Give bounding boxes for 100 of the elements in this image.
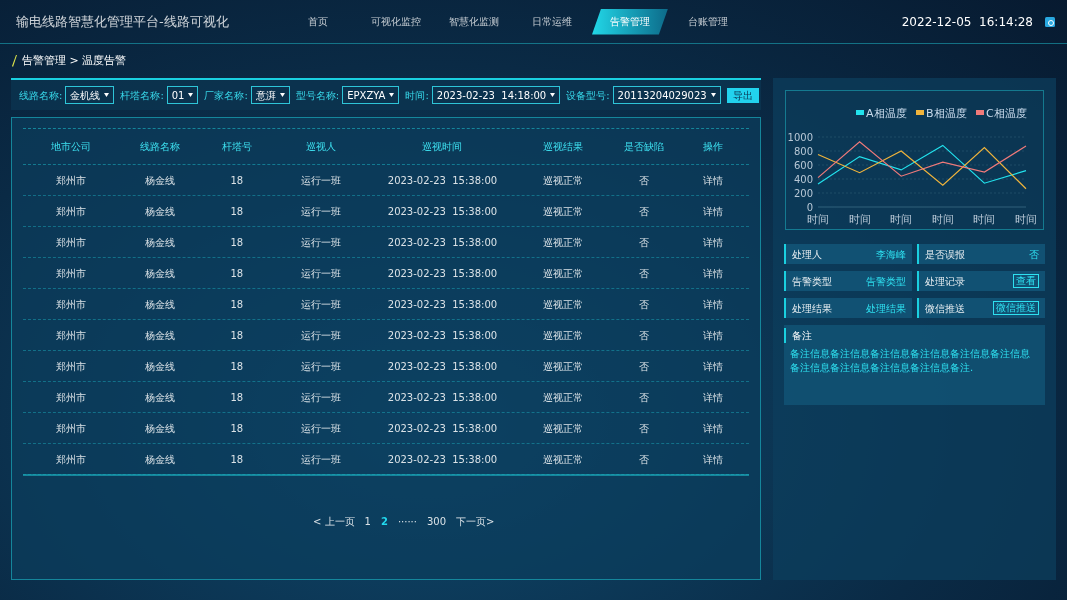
platform-title: 输电线路智慧化管理平台-线路可视化 [15, 12, 230, 31]
table-cell-text: 郑州市 [55, 173, 88, 188]
filter-dropdown[interactable]: EPXZYA [342, 86, 400, 104]
table-cell[interactable]: 详情 [676, 172, 749, 188]
table-cell-text: 杨金线 [144, 452, 177, 467]
detail-label: 告警类型 [792, 274, 832, 289]
nav-tab[interactable]: 首页 [280, 8, 356, 35]
filter-dropdown[interactable]: 意湃 [250, 86, 290, 104]
page-link[interactable]: 300 [427, 514, 447, 529]
table-cell-text: 2023-02-23 15:38:00 [386, 328, 499, 343]
table-cell-text: 运行一班 [300, 328, 343, 343]
detail-label: 微信推送 [925, 301, 965, 316]
table-cell-text: 否 [638, 204, 651, 219]
table-cell-text: 否 [638, 297, 651, 312]
table-cell-text: 郑州市 [55, 235, 88, 250]
page-link[interactable]: 下一页> [456, 514, 495, 529]
table-cell-text: 杨金线 [144, 235, 177, 250]
table-cell-text: 2023-02-23 15:38:00 [386, 390, 499, 405]
table-cell[interactable]: 详情 [676, 265, 749, 281]
filter-dropdown[interactable]: 金机线 [65, 86, 115, 104]
table-cell-text: 巡视正常 [542, 359, 585, 374]
column-header: 线路名称 [139, 140, 182, 154]
table-cell-text: 巡视正常 [542, 297, 585, 312]
table-cell[interactable]: 详情 [676, 420, 749, 436]
legend-label: A相温度 [866, 107, 907, 120]
table-cell-text: 郑州市 [55, 452, 88, 467]
column-header: 杆塔号 [220, 140, 253, 154]
filter-label: 厂家名称: [204, 88, 248, 103]
table-cell-text: 运行一班 [300, 390, 343, 405]
table-cell-text: 杨金线 [144, 266, 177, 281]
table-cell-text: 否 [638, 173, 651, 188]
table-cell-text: 否 [638, 266, 651, 281]
page-link[interactable]: 2 [380, 514, 388, 529]
table-cell-text: 杨金线 [144, 390, 177, 405]
filter-dropdown[interactable]: 2023-02-23 14:18:00 [431, 86, 561, 104]
column-header: 是否缺陷 [623, 140, 666, 154]
table-cell[interactable]: 详情 [676, 296, 749, 312]
page-link[interactable]: 1 [364, 514, 371, 529]
table-cell-text: 巡视正常 [542, 266, 585, 281]
caret-icon [550, 93, 556, 97]
table-cell[interactable]: 详情 [676, 389, 749, 405]
table-cell-text: 郑州市 [55, 328, 88, 343]
table-cell-text: 2023-02-23 15:38:00 [386, 173, 499, 188]
nav-tab[interactable]: 可视化监控 [358, 8, 434, 35]
table-cell-text: 否 [638, 421, 651, 436]
table-cell[interactable]: 详情 [676, 203, 749, 219]
axis-label: 400 [793, 173, 813, 185]
filter-dropdown[interactable]: 20113204029023 [612, 86, 721, 104]
legend-item: C相温度 [976, 107, 1027, 120]
table-cell-text: 否 [638, 390, 651, 405]
column-header: 操作 [701, 140, 724, 154]
table-cell[interactable]: 详情 [676, 451, 749, 467]
table-cell-text: 18 [229, 204, 245, 219]
table-cell-text: 18 [229, 452, 245, 467]
table-cell-text: 巡视正常 [542, 421, 585, 436]
caret-icon [188, 93, 194, 97]
detail-button[interactable]: 微信推送 [993, 301, 1039, 315]
table-cell-text: 运行一班 [300, 266, 343, 281]
table-cell-text: 运行一班 [300, 235, 343, 250]
axis-label: 800 [793, 145, 813, 157]
column-header: 地市公司 [50, 140, 93, 154]
export-button[interactable]: 导出 [726, 87, 759, 103]
table-cell-text: 郑州市 [55, 297, 88, 312]
nav-tab[interactable]: 智慧化监测 [436, 8, 512, 35]
table-cell-text: 巡视正常 [542, 173, 585, 188]
table-cell-text: 杨金线 [144, 204, 177, 219]
page-link[interactable]: ······ [397, 514, 417, 529]
nav-tab[interactable]: 日常运维 [514, 8, 590, 35]
table-cell-text: 巡视正常 [542, 204, 585, 219]
table-cell-text: 郑州市 [55, 390, 88, 405]
table-cell-text: 否 [638, 235, 651, 250]
table-cell-text: 2023-02-23 15:38:00 [386, 297, 499, 312]
table-cell-text: 杨金线 [144, 359, 177, 374]
table-cell-text: 18 [229, 328, 245, 343]
table-cell-text: 2023-02-23 15:38:00 [386, 421, 499, 436]
table-cell[interactable]: 详情 [676, 358, 749, 374]
legend-item: A相温度 [856, 107, 907, 120]
table-cell-text: 杨金线 [144, 421, 177, 436]
detail-value: 告警类型 [866, 274, 906, 289]
axis-label: 时间 [848, 213, 871, 226]
axis-label: 200 [793, 187, 813, 199]
filter-label: 设备型号: [566, 88, 610, 103]
table-cell-text: 郑州市 [55, 421, 88, 436]
filter-label: 时间: [405, 88, 429, 103]
axis-label: 时间 [973, 213, 996, 226]
caret-icon [389, 93, 395, 97]
table-cell[interactable]: 详情 [676, 327, 749, 343]
page-link[interactable]: < 上一页 [313, 514, 355, 529]
legend-label: C相温度 [986, 107, 1027, 120]
table-cell-text: 巡视正常 [542, 328, 585, 343]
filter-dropdown[interactable]: 01 [166, 86, 199, 104]
nav-tab[interactable]: 台账管理 [670, 8, 746, 35]
detail-button[interactable]: 查看 [1013, 274, 1039, 288]
table-cell[interactable]: 详情 [676, 234, 749, 250]
table-cell-text: 18 [229, 390, 245, 405]
legend-label: B相温度 [926, 107, 967, 120]
table-cell-text: 2023-02-23 15:38:00 [386, 359, 499, 374]
table-cell-text: 2023-02-23 15:38:00 [386, 204, 499, 219]
detail-value: 处理结果 [866, 301, 906, 316]
table-cell-text: 18 [229, 421, 245, 436]
